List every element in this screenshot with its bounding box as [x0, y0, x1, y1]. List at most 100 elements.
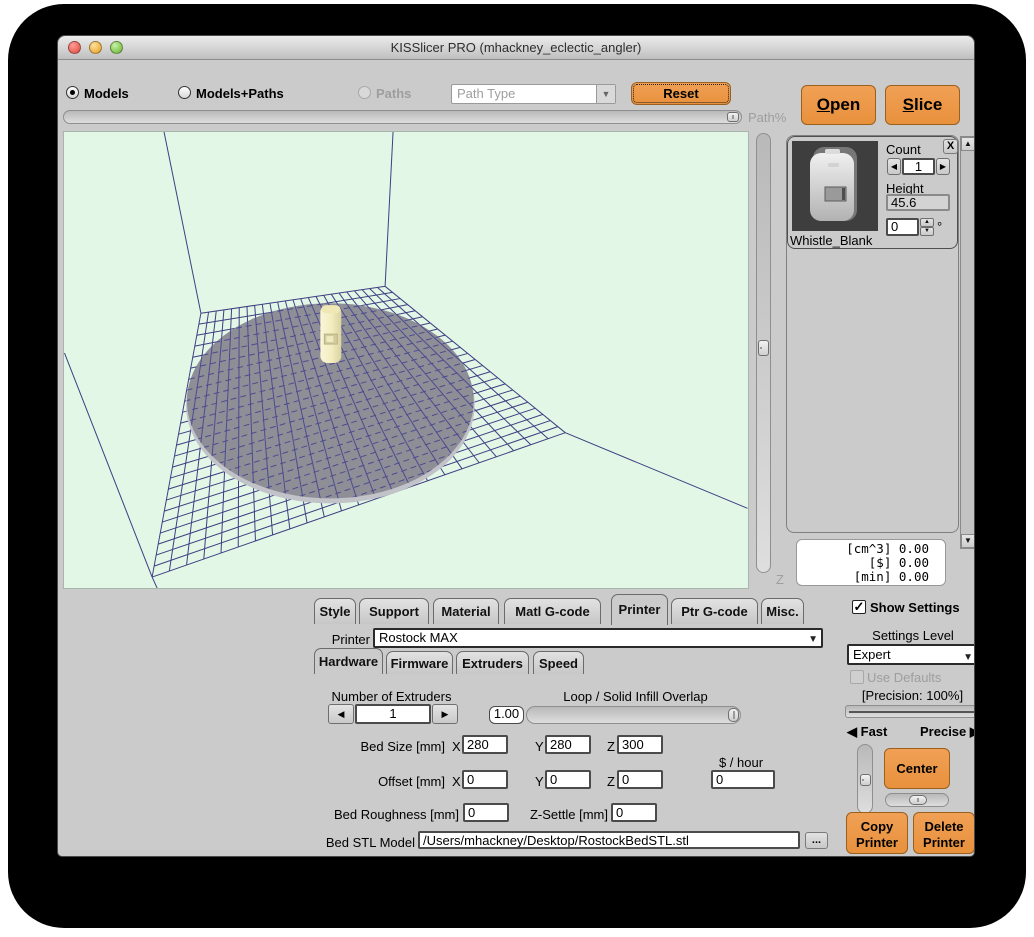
- extruders-increment-button[interactable]: ▶: [432, 704, 458, 724]
- rotation-spinner[interactable]: ▲ ▼: [920, 218, 934, 236]
- precise-text: Precise: [920, 724, 966, 739]
- slice-label: Slice: [886, 86, 959, 124]
- subtab-hardware[interactable]: Hardware: [314, 648, 383, 674]
- pan-horizontal-slider-handle[interactable]: [909, 795, 927, 805]
- open-label: Open: [802, 86, 875, 124]
- path-percent-label: Path%: [748, 110, 786, 125]
- center-label: Center: [896, 761, 937, 776]
- tab-support[interactable]: Support: [359, 598, 429, 624]
- count-increment-button[interactable]: ▶: [936, 158, 950, 175]
- subtab-speed[interactable]: Speed: [533, 651, 584, 674]
- show-settings-checkbox[interactable]: ✓: [852, 600, 866, 614]
- view-z-slider-handle[interactable]: [758, 340, 769, 356]
- bed-roughness-label: Bed Roughness [mm]: [314, 807, 459, 822]
- offset-z-input[interactable]: [617, 770, 663, 789]
- copy-printer-button[interactable]: Copy Printer: [846, 812, 908, 854]
- precision-label: [Precision: 100%]: [844, 688, 975, 703]
- bed-stl-label: Bed STL Model: [320, 835, 415, 850]
- tab-printer[interactable]: Printer: [611, 594, 668, 625]
- settings-level-select[interactable]: Expert ▼: [847, 644, 975, 665]
- center-button[interactable]: Center: [884, 748, 950, 789]
- scroll-down-icon[interactable]: ▼: [961, 534, 975, 548]
- z-settle-input[interactable]: [611, 803, 657, 822]
- overlap-slider[interactable]: [526, 706, 741, 724]
- 3d-viewport[interactable]: [63, 131, 749, 589]
- radio-models[interactable]: [66, 86, 79, 99]
- offset-x-input[interactable]: [462, 770, 508, 789]
- left-arrow-icon: ◀: [847, 724, 857, 739]
- printer-select[interactable]: Rostock MAX ▼: [373, 628, 823, 648]
- whistle-thumbnail-image: [792, 141, 878, 231]
- model-list-scrollbar[interactable]: ▲ ▼: [960, 136, 975, 549]
- model-card[interactable]: Whistle_Blank Count X ◀ 1 ▶ Height 45.6 …: [787, 136, 958, 249]
- bed-x-input[interactable]: [462, 735, 508, 754]
- dollar-hour-label: $ / hour: [706, 755, 776, 770]
- count-decrement-button[interactable]: ◀: [887, 158, 901, 175]
- fast-label: ◀ Fast: [847, 724, 887, 740]
- printer-select-label: Printer: [318, 632, 370, 647]
- radio-models-paths[interactable]: [178, 86, 191, 99]
- overlap-value[interactable]: 1.00: [489, 706, 524, 724]
- scroll-up-icon[interactable]: ▲: [961, 137, 975, 151]
- slice-button[interactable]: Slice: [885, 85, 960, 125]
- extruders-value[interactable]: 1: [355, 704, 431, 724]
- view-z-slider[interactable]: [756, 133, 771, 573]
- bed-y-label: Y: [535, 739, 544, 754]
- pan-vertical-slider[interactable]: [857, 744, 873, 814]
- offset-y-input[interactable]: [545, 770, 591, 789]
- overlap-label: Loop / Solid Infill Overlap: [528, 689, 743, 704]
- delete-printer-button[interactable]: Delete Printer: [913, 812, 975, 854]
- bed-roughness-input[interactable]: [463, 803, 509, 822]
- z-settle-label: Z-Settle [mm]: [518, 807, 608, 822]
- path-percent-slider-handle[interactable]: [727, 112, 739, 122]
- extruders-decrement-button[interactable]: ◀: [328, 704, 354, 724]
- pan-horizontal-slider[interactable]: [885, 793, 949, 807]
- bed-z-label: Z: [607, 739, 615, 754]
- model-3d[interactable]: [320, 305, 341, 363]
- dollar-hour-input[interactable]: [711, 770, 775, 789]
- precision-slider[interactable]: [845, 705, 975, 718]
- count-value[interactable]: 1: [902, 158, 935, 175]
- bed-stl-input[interactable]: [418, 831, 800, 849]
- model-thumbnail[interactable]: [792, 141, 878, 231]
- reset-label: Reset: [663, 86, 698, 101]
- rotation-value[interactable]: 0: [886, 218, 919, 236]
- offset-z-label: Z: [607, 774, 615, 789]
- path-percent-slider[interactable]: [63, 110, 742, 124]
- subtab-extruders[interactable]: Extruders: [456, 651, 529, 674]
- radio-paths: [358, 86, 371, 99]
- offset-y-label: Y: [535, 774, 544, 789]
- tab-material[interactable]: Material: [433, 598, 499, 624]
- bed-size-label: Bed Size [mm]: [338, 739, 445, 754]
- tab-matl-gcode[interactable]: Matl G-code: [504, 598, 601, 624]
- fast-text: Fast: [861, 724, 888, 739]
- tab-ptr-gcode[interactable]: Ptr G-code: [671, 598, 758, 624]
- right-arrow-icon: ▶: [970, 724, 975, 739]
- settings-level-value: Expert: [853, 647, 891, 662]
- show-settings-label: Show Settings: [870, 600, 960, 615]
- tab-style[interactable]: Style: [314, 598, 356, 624]
- bed-y-input[interactable]: [545, 735, 591, 754]
- open-button[interactable]: Open: [801, 85, 876, 125]
- bed-z-input[interactable]: [617, 735, 663, 754]
- subtab-firmware[interactable]: Firmware: [386, 651, 453, 674]
- delete-printer-label: Delete Printer: [923, 819, 965, 850]
- num-extruders-label: Number of Extruders: [314, 689, 469, 704]
- rotation-down-icon[interactable]: ▼: [920, 227, 934, 236]
- reset-button[interactable]: Reset: [631, 82, 731, 105]
- app-window: KISSlicer PRO (mhackney_eclectic_angler)…: [57, 35, 975, 857]
- precision-slider-line: [849, 711, 975, 713]
- tab-misc[interactable]: Misc.: [761, 598, 804, 624]
- title-bar[interactable]: KISSlicer PRO (mhackney_eclectic_angler): [58, 36, 974, 60]
- radio-models-paths-label: Models+Paths: [196, 86, 284, 101]
- remove-model-button[interactable]: X: [943, 139, 958, 154]
- stat-cost: [$] 0.00: [797, 556, 929, 570]
- pan-vertical-slider-handle[interactable]: [860, 774, 871, 786]
- print-stats-box: [cm^3] 0.00 [$] 0.00 [min] 0.00: [796, 539, 946, 586]
- offset-x-label: X: [452, 774, 461, 789]
- path-type-value: Path Type: [457, 86, 515, 101]
- rotation-up-icon[interactable]: ▲: [920, 218, 934, 227]
- viewport-z-label: Z: [776, 572, 784, 587]
- browse-bed-stl-button[interactable]: ...: [805, 832, 828, 849]
- overlap-slider-handle[interactable]: [728, 708, 739, 722]
